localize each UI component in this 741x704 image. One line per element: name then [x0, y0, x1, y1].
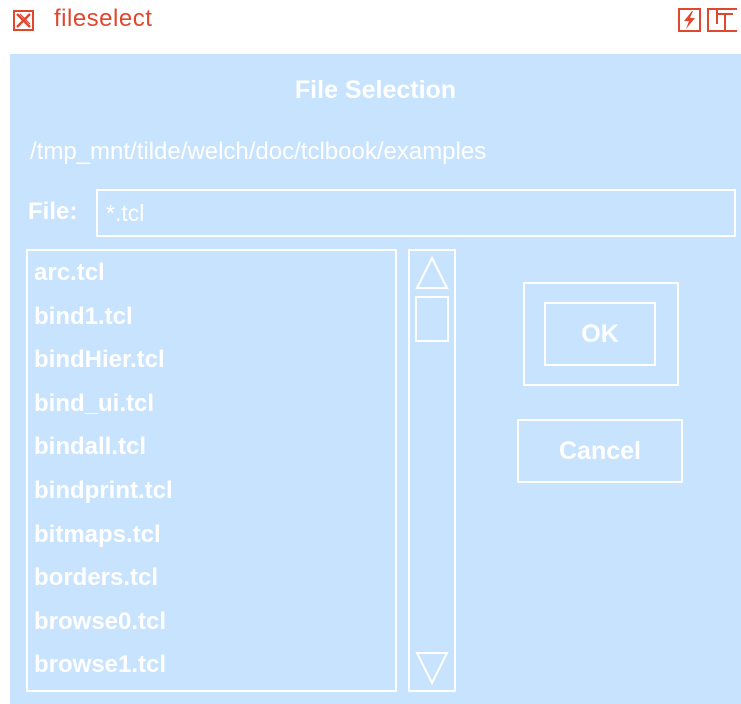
dialog-heading: File Selection: [294, 76, 457, 104]
file-pattern-input[interactable]: [96, 189, 736, 237]
file-label: File:: [28, 198, 78, 225]
current-directory-path: /tmp_mnt/tilde/welch/doc/tclbook/example…: [30, 138, 487, 165]
file-listbox[interactable]: arc.tcl bind1.tcl bindHier.tcl bind_ui.t…: [26, 249, 397, 692]
window-title: fileselect: [54, 5, 153, 32]
ok-button[interactable]: OK: [544, 302, 656, 366]
list-item[interactable]: borders.tcl: [28, 556, 395, 600]
list-item[interactable]: browse0.tcl: [28, 600, 395, 644]
list-item[interactable]: bind1.tcl: [28, 295, 395, 339]
list-item[interactable]: bindall.tcl: [28, 425, 395, 469]
window-titlebar: fileselect: [0, 0, 741, 44]
list-item[interactable]: bindprint.tcl: [28, 469, 395, 513]
list-item[interactable]: browse1.tcl: [28, 643, 395, 687]
scroll-down-arrow-icon[interactable]: [414, 650, 450, 686]
maximize-icon[interactable]: [707, 8, 737, 32]
listbox-scrollbar[interactable]: [408, 249, 456, 692]
cancel-button[interactable]: Cancel: [517, 419, 683, 483]
ok-default-frame: OK: [523, 282, 679, 386]
x-close-icon[interactable]: [13, 10, 34, 31]
list-item[interactable]: bindHier.tcl: [28, 338, 395, 382]
scroll-up-arrow-icon[interactable]: [414, 255, 450, 291]
list-item[interactable]: arc.tcl: [28, 251, 395, 295]
scrollbar-thumb[interactable]: [415, 296, 449, 342]
file-selection-dialog: File Selection /tmp_mnt/tilde/welch/doc/…: [10, 54, 741, 704]
lightning-icon[interactable]: [678, 8, 701, 32]
list-item[interactable]: bitmaps.tcl: [28, 513, 395, 557]
list-item[interactable]: bind_ui.tcl: [28, 382, 395, 426]
